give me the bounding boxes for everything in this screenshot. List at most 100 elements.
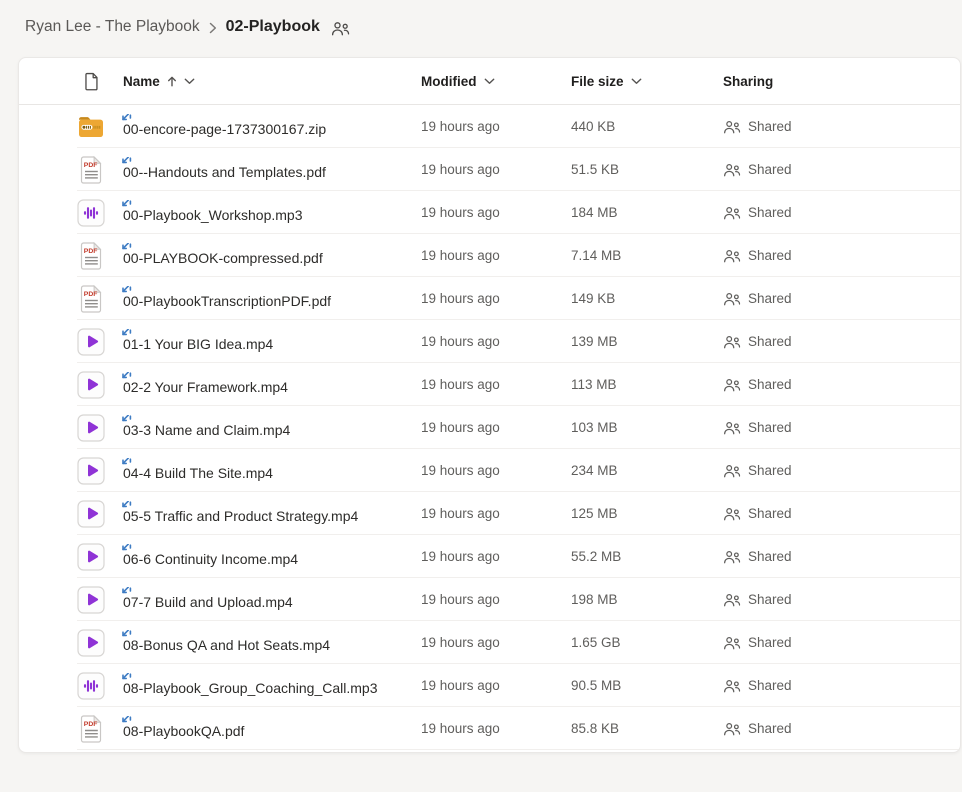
sharing-status[interactable]: Shared [723, 377, 960, 392]
file-name[interactable]: 01-1 Your BIG Idea.mp4 [123, 336, 273, 352]
shared-library-people-icon[interactable] [331, 21, 350, 36]
file-name[interactable]: 00-PLAYBOOK-compressed.pdf [123, 250, 323, 266]
sharing-label: Shared [748, 334, 792, 349]
sharing-label: Shared [748, 291, 792, 306]
sharing-status[interactable]: Shared [723, 420, 960, 435]
sharing-status[interactable]: Shared [723, 549, 960, 564]
sharing-status[interactable]: Shared [723, 678, 960, 693]
new-badge-icon [118, 501, 132, 512]
mp3-file-icon [77, 672, 105, 700]
file-row[interactable]: 02-2 Your Framework.mp4 19 hours ago 113… [19, 363, 960, 406]
people-icon [723, 292, 741, 306]
new-badge-icon [118, 286, 132, 297]
file-row[interactable]: PDF 00--Handouts and Templates.pdf 19 ho… [19, 148, 960, 191]
sharing-status[interactable]: Shared [723, 635, 960, 650]
column-header-name[interactable]: Name [105, 74, 421, 89]
file-type-column-header[interactable] [77, 72, 105, 91]
modified-value: 19 hours ago [421, 377, 571, 392]
file-name[interactable]: 00-Playbook_Workshop.mp3 [123, 207, 303, 223]
pdf-file-glyph: PDF [80, 242, 103, 270]
people-icon [723, 206, 741, 220]
file-row[interactable]: PDF 00-PLAYBOOK-compressed.pdf 19 hours … [19, 234, 960, 277]
file-row[interactable]: PDF 08-PlaybookQA.pdf 19 hours ago 85.8 … [19, 707, 960, 750]
zip-file-icon [77, 115, 105, 139]
sharing-label: Shared [748, 635, 792, 650]
modified-value: 19 hours ago [421, 119, 571, 134]
audio-file-glyph [77, 199, 105, 227]
breadcrumb-parent-link[interactable]: Ryan Lee - The Playbook [25, 18, 200, 36]
column-name-label: Name [123, 74, 160, 89]
sharing-status[interactable]: Shared [723, 506, 960, 521]
file-name[interactable]: 00--Handouts and Templates.pdf [123, 164, 326, 180]
mp4-file-icon [77, 414, 105, 442]
file-list-card: Name Modified File size Sharing [18, 57, 961, 753]
sharing-status[interactable]: Shared [723, 162, 960, 177]
file-row[interactable]: 00-encore-page-1737300167.zip 19 hours a… [19, 105, 960, 148]
sharing-label: Shared [748, 549, 792, 564]
column-header-modified[interactable]: Modified [421, 74, 571, 89]
file-name[interactable]: 03-3 Name and Claim.mp4 [123, 422, 290, 438]
breadcrumb: Ryan Lee - The Playbook 02-Playbook [0, 0, 962, 42]
video-file-glyph [77, 371, 105, 399]
file-row[interactable]: 06-6 Continuity Income.mp4 19 hours ago … [19, 535, 960, 578]
mp4-file-icon [77, 457, 105, 485]
file-row[interactable]: 08-Bonus QA and Hot Seats.mp4 19 hours a… [19, 621, 960, 664]
file-name[interactable]: 08-PlaybookQA.pdf [123, 723, 244, 739]
sharing-status[interactable]: Shared [723, 248, 960, 263]
pdf-file-glyph: PDF [80, 715, 103, 743]
column-sharing-label: Sharing [723, 74, 773, 89]
file-name[interactable]: 04-4 Build The Site.mp4 [123, 465, 273, 481]
sort-ascending-icon [167, 76, 177, 87]
modified-value: 19 hours ago [421, 248, 571, 263]
file-size-value: 184 MB [571, 205, 723, 220]
video-file-glyph [77, 500, 105, 528]
sharing-status[interactable]: Shared [723, 291, 960, 306]
file-list: 00-encore-page-1737300167.zip 19 hours a… [19, 105, 960, 750]
column-header-sharing[interactable]: Sharing [723, 74, 960, 89]
pdf-file-glyph: PDF [80, 285, 103, 313]
file-name[interactable]: 06-6 Continuity Income.mp4 [123, 551, 298, 567]
file-row[interactable]: 05-5 Traffic and Product Strategy.mp4 19… [19, 492, 960, 535]
column-header-file-size[interactable]: File size [571, 74, 723, 89]
modified-value: 19 hours ago [421, 205, 571, 220]
file-row[interactable]: PDF 00-PlaybookTranscriptionPDF.pdf 19 h… [19, 277, 960, 320]
file-size-value: 234 MB [571, 463, 723, 478]
chevron-down-icon [184, 78, 195, 85]
file-size-value: 85.8 KB [571, 721, 723, 736]
file-name[interactable]: 05-5 Traffic and Product Strategy.mp4 [123, 508, 358, 524]
file-name[interactable]: 00-encore-page-1737300167.zip [123, 121, 326, 137]
file-size-value: 139 MB [571, 334, 723, 349]
file-row[interactable]: 01-1 Your BIG Idea.mp4 19 hours ago 139 … [19, 320, 960, 363]
sharing-status[interactable]: Shared [723, 463, 960, 478]
file-name[interactable]: 08-Playbook_Group_Coaching_Call.mp3 [123, 680, 378, 696]
file-row[interactable]: 07-7 Build and Upload.mp4 19 hours ago 1… [19, 578, 960, 621]
chevron-right-icon [209, 22, 217, 34]
new-badge-icon [118, 329, 132, 340]
people-icon [723, 507, 741, 521]
file-row[interactable]: 03-3 Name and Claim.mp4 19 hours ago 103… [19, 406, 960, 449]
file-size-value: 51.5 KB [571, 162, 723, 177]
sharing-status[interactable]: Shared [723, 205, 960, 220]
pdf-file-glyph: PDF [80, 156, 103, 184]
new-badge-icon [118, 157, 132, 168]
file-name[interactable]: 02-2 Your Framework.mp4 [123, 379, 288, 395]
file-size-value: 1.65 GB [571, 635, 723, 650]
sharing-status[interactable]: Shared [723, 721, 960, 736]
sharing-label: Shared [748, 377, 792, 392]
file-row[interactable]: 08-Playbook_Group_Coaching_Call.mp3 19 h… [19, 664, 960, 707]
sharing-status[interactable]: Shared [723, 592, 960, 607]
new-badge-icon [118, 716, 132, 727]
modified-value: 19 hours ago [421, 334, 571, 349]
file-name[interactable]: 00-PlaybookTranscriptionPDF.pdf [123, 293, 331, 309]
file-row[interactable]: 04-4 Build The Site.mp4 19 hours ago 234… [19, 449, 960, 492]
modified-value: 19 hours ago [421, 549, 571, 564]
mp4-file-icon [77, 586, 105, 614]
file-name[interactable]: 07-7 Build and Upload.mp4 [123, 594, 293, 610]
file-name[interactable]: 08-Bonus QA and Hot Seats.mp4 [123, 637, 330, 653]
file-size-value: 103 MB [571, 420, 723, 435]
sharing-status[interactable]: Shared [723, 119, 960, 134]
people-icon [723, 421, 741, 435]
sharing-status[interactable]: Shared [723, 334, 960, 349]
column-modified-label: Modified [421, 74, 477, 89]
file-row[interactable]: 00-Playbook_Workshop.mp3 19 hours ago 18… [19, 191, 960, 234]
